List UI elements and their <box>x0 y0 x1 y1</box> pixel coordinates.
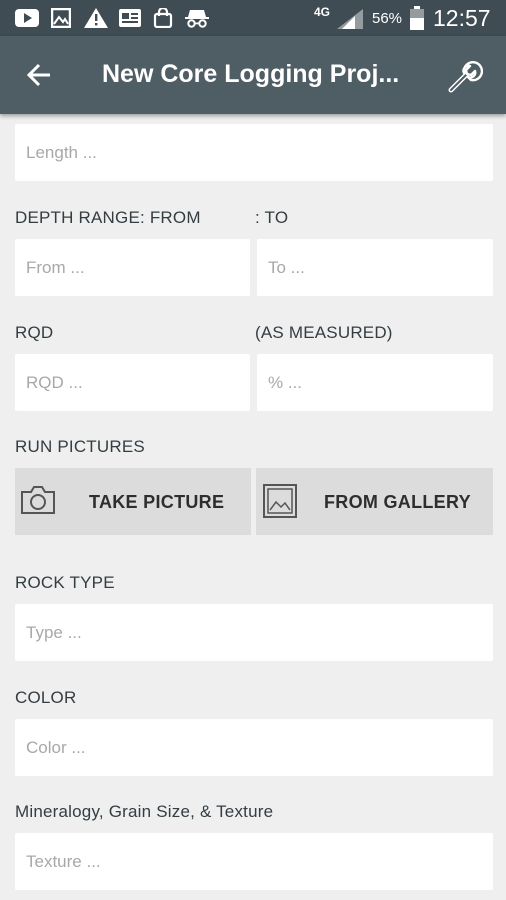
depth-to-label: : TO <box>255 208 289 227</box>
length-field-container <box>15 124 493 181</box>
from-gallery-label: FROM GALLERY <box>324 492 471 512</box>
rock-type-container <box>15 604 493 661</box>
image-notification-icon <box>50 8 72 28</box>
wrench-icon <box>448 61 483 93</box>
settings-button[interactable] <box>444 56 484 96</box>
depth-from-label: DEPTH RANGE: FROM <box>15 208 201 227</box>
depth-from-container <box>15 239 250 296</box>
texture-container <box>15 833 493 890</box>
back-button[interactable] <box>22 58 56 92</box>
battery-icon <box>409 6 425 30</box>
clock-wrap: 12:57 <box>433 0 491 36</box>
depth-from-input[interactable] <box>15 239 250 296</box>
depth-to-container <box>257 239 493 296</box>
signal-icon <box>336 9 364 29</box>
news-icon <box>118 8 142 28</box>
rqd-input[interactable] <box>15 354 250 411</box>
rock-type-input[interactable] <box>15 604 493 661</box>
depth-to-input[interactable] <box>257 239 493 296</box>
take-picture-button[interactable]: TAKE PICTURE <box>15 468 251 535</box>
incognito-icon <box>184 8 210 28</box>
texture-input[interactable] <box>15 833 493 890</box>
network-indicator: 4G <box>314 0 330 36</box>
warning-icon <box>83 8 109 28</box>
app-bar: New Core Logging Proj... <box>0 36 506 114</box>
network-type: 4G <box>314 5 331 19</box>
color-container <box>15 719 493 776</box>
form-content: DEPTH RANGE: FROM : TO RQD (AS MEASURED)… <box>0 114 506 900</box>
percent-input[interactable] <box>257 354 493 411</box>
status-bar: 4G 56% 12:57 <box>0 0 506 36</box>
rock-type-label: ROCK TYPE <box>15 573 115 592</box>
length-input[interactable] <box>15 124 493 181</box>
from-gallery-button[interactable]: FROM GALLERY <box>256 468 493 535</box>
color-label: COLOR <box>15 688 77 707</box>
battery-percent-wrap: 56% <box>372 0 402 36</box>
percent-container <box>257 354 493 411</box>
color-input[interactable] <box>15 719 493 776</box>
shopping-bag-icon <box>152 8 174 28</box>
rqd-container <box>15 354 250 411</box>
camera-icon <box>20 485 56 520</box>
page-title: New Core Logging Proj... <box>102 60 400 88</box>
as-measured-label: (AS MEASURED) <box>255 323 393 342</box>
rqd-label: RQD <box>15 323 54 342</box>
youtube-icon <box>14 8 40 28</box>
clock: 12:57 <box>433 4 491 31</box>
gallery-icon <box>263 484 297 523</box>
battery-percent: 56% <box>372 9 403 27</box>
texture-label: Mineralogy, Grain Size, & Texture <box>15 802 274 821</box>
take-picture-label: TAKE PICTURE <box>89 492 225 512</box>
arrow-back-icon <box>26 63 50 87</box>
run-pictures-label: RUN PICTURES <box>15 437 145 456</box>
